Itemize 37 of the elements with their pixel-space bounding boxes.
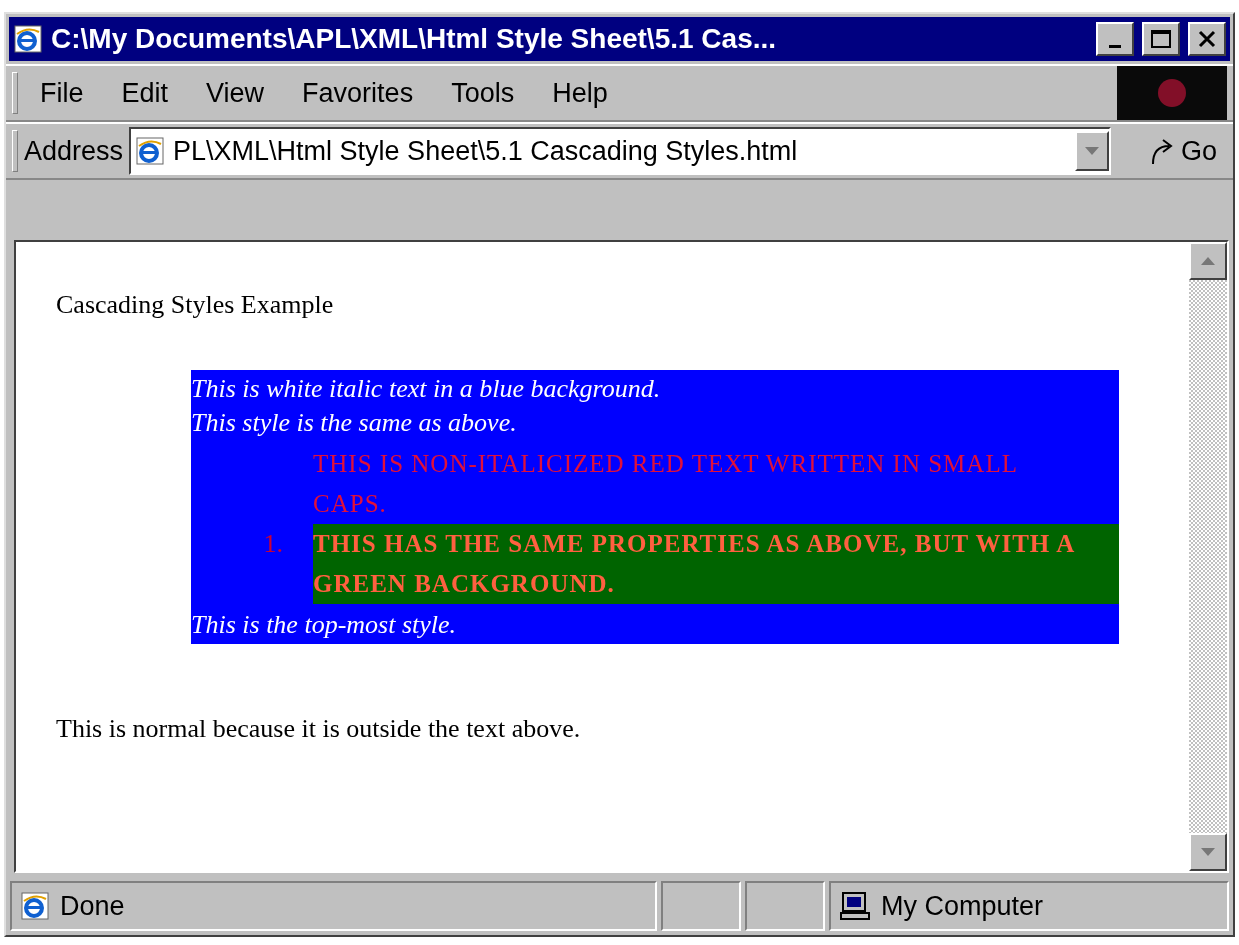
maximize-button[interactable] bbox=[1142, 22, 1180, 56]
italic-line: This is white italic text in a blue background. bbox=[191, 373, 662, 405]
italic-line: This style is the same as above. bbox=[191, 407, 518, 439]
menu-item[interactable]: File bbox=[24, 77, 100, 109]
window-title: C:\My Documents\APL\XML\Html Style Sheet\5.1 Cas... bbox=[51, 23, 778, 55]
status-text: Done bbox=[60, 890, 125, 922]
address-field[interactable]: PL\XML\Html Style Sheet\5.1 Cascading Styles.html bbox=[129, 127, 1111, 175]
page-heading: Cascading Styles Example bbox=[56, 290, 335, 320]
scroll-up-button[interactable] bbox=[1189, 242, 1227, 280]
menu-item[interactable]: Tools bbox=[435, 77, 531, 109]
normal-text: This is normal because it is outside the text above. bbox=[56, 714, 582, 744]
page-icon bbox=[135, 136, 166, 166]
small-caps-text: THIS IS NON-ITALICIZED RED TEXT WRITTEN IN SMALL CAPS. bbox=[313, 449, 1019, 519]
go-button[interactable]: Go bbox=[1116, 135, 1227, 167]
caret-icon bbox=[1084, 147, 1099, 155]
list-number: 1. bbox=[263, 529, 283, 558]
minimize-icon bbox=[1109, 44, 1121, 48]
zone-text: My Computer bbox=[881, 890, 1044, 922]
computer-icon bbox=[839, 891, 871, 921]
up-arrow-icon bbox=[1201, 257, 1215, 265]
close-icon bbox=[1198, 30, 1216, 48]
page-icon bbox=[20, 891, 50, 921]
dropdown-button[interactable] bbox=[1074, 131, 1109, 171]
maximize-icon bbox=[1151, 30, 1171, 48]
italic-line: This is the top-most style. bbox=[191, 609, 458, 641]
small-caps-text: THIS HAS THE SAME PROPERTIES AS ABOVE, BUT WITH A GREEN BACKGROUND. bbox=[313, 524, 1119, 604]
minimize-button[interactable] bbox=[1096, 22, 1134, 56]
scroll-down-button[interactable] bbox=[1189, 833, 1227, 871]
scrollbar[interactable] bbox=[1189, 242, 1227, 871]
address-label: Address bbox=[24, 135, 124, 167]
menu-item[interactable]: Help bbox=[536, 77, 624, 109]
close-button[interactable] bbox=[1188, 22, 1226, 56]
menu-item[interactable]: View bbox=[190, 77, 281, 109]
down-arrow-icon bbox=[1201, 848, 1215, 856]
menu-item[interactable]: Favorites bbox=[286, 77, 430, 109]
browser-icon bbox=[13, 24, 43, 54]
menu-item[interactable]: Edit bbox=[105, 77, 185, 109]
